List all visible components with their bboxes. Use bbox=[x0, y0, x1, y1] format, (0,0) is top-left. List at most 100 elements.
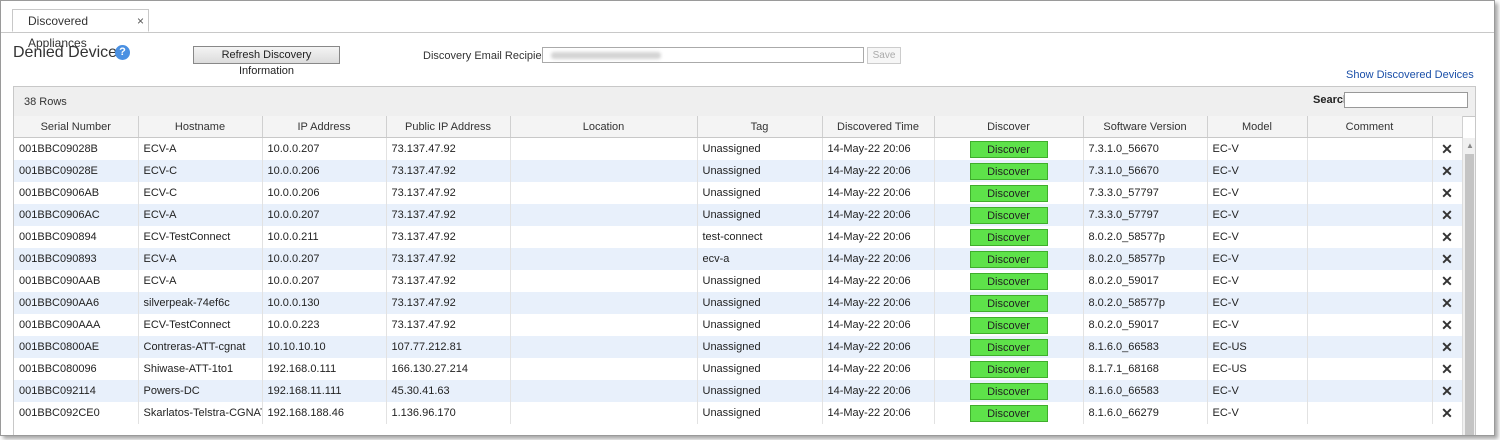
ip-cell: 10.0.0.130 bbox=[262, 292, 387, 314]
hostname-cell: Powers-DC bbox=[138, 380, 263, 402]
delete-icon[interactable]: ✕ bbox=[1432, 292, 1463, 314]
discovered-time-cell: 14-May-22 20:06 bbox=[822, 248, 935, 270]
scroll-up-icon[interactable]: ▲ bbox=[1466, 141, 1474, 150]
delete-icon[interactable]: ✕ bbox=[1432, 160, 1463, 182]
delete-icon[interactable]: ✕ bbox=[1432, 182, 1463, 204]
hostname-cell: ECV-A bbox=[138, 204, 263, 226]
column-header[interactable]: IP Address bbox=[262, 116, 387, 138]
serial-cell: 001BBC09028E bbox=[14, 160, 139, 182]
email-recipients-input[interactable] bbox=[542, 47, 864, 63]
model-cell: EC-V bbox=[1207, 204, 1308, 226]
column-header[interactable]: Discover bbox=[934, 116, 1084, 138]
discover-button[interactable]: Discover bbox=[969, 184, 1048, 202]
table-row[interactable]: 001BBC092114 Powers-DC 192.168.11.111 45.30… bbox=[14, 380, 1463, 402]
serial-cell: 001BBC092CE0 bbox=[14, 402, 139, 424]
table-row[interactable]: 001BBC090893 ECV-A 10.0.0.207 73.137.47.92 e… bbox=[14, 248, 1463, 270]
delete-icon[interactable]: ✕ bbox=[1432, 402, 1463, 424]
discover-button[interactable]: Discover bbox=[969, 250, 1048, 268]
discover-cell: Discover bbox=[934, 402, 1084, 424]
delete-icon[interactable]: ✕ bbox=[1432, 248, 1463, 270]
discover-button[interactable]: Discover bbox=[969, 316, 1048, 334]
delete-icon[interactable]: ✕ bbox=[1432, 270, 1463, 292]
table-row[interactable]: 001BBC0906AC ECV-A 10.0.0.207 73.137.47.92 U… bbox=[14, 204, 1463, 226]
software-version-cell: 8.1.6.0_66279 bbox=[1083, 402, 1208, 424]
comment-cell bbox=[1307, 160, 1433, 182]
column-header[interactable]: Location bbox=[510, 116, 698, 138]
ip-cell: 192.168.188.46 bbox=[262, 402, 387, 424]
vertical-scrollbar[interactable]: ▲ bbox=[1462, 138, 1475, 435]
discover-button[interactable]: Discover bbox=[969, 294, 1048, 312]
table-row[interactable]: 001BBC09028B ECV-A 10.0.0.207 73.137.47.92 U… bbox=[14, 137, 1463, 160]
discover-button[interactable]: Discover bbox=[969, 228, 1048, 246]
table-row[interactable]: 001BBC090894 ECV-TestConnect 10.0.0.211 73.… bbox=[14, 226, 1463, 248]
discover-cell: Discover bbox=[934, 292, 1084, 314]
model-cell: EC-V bbox=[1207, 270, 1308, 292]
table-row[interactable]: 001BBC09028E ECV-C 10.0.0.206 73.137.47.92 U… bbox=[14, 160, 1463, 182]
table-row[interactable]: 001BBC0906AB ECV-C 10.0.0.206 73.137.47.92 U… bbox=[14, 182, 1463, 204]
table-row[interactable]: 001BBC090AAB ECV-A 10.0.0.207 73.137.47.92 U… bbox=[14, 270, 1463, 292]
delete-icon[interactable]: ✕ bbox=[1432, 137, 1463, 160]
delete-icon[interactable]: ✕ bbox=[1432, 380, 1463, 402]
tag-cell: Unassigned bbox=[697, 402, 823, 424]
location-cell bbox=[510, 182, 698, 204]
discover-cell: Discover bbox=[934, 270, 1084, 292]
ip-cell: 10.0.0.206 bbox=[262, 160, 387, 182]
tab-discovered-appliances[interactable]: Discovered Appliances × bbox=[12, 9, 149, 50]
discover-button[interactable]: Discover bbox=[969, 272, 1048, 290]
show-discovered-devices-link[interactable]: Show Discovered Devices bbox=[1346, 69, 1474, 81]
column-header[interactable]: Discovered Time bbox=[822, 116, 935, 138]
model-cell: EC-US bbox=[1207, 358, 1308, 380]
discover-button[interactable]: Discover bbox=[969, 360, 1048, 378]
discover-button[interactable]: Discover bbox=[969, 382, 1048, 400]
comment-cell bbox=[1307, 292, 1433, 314]
public-ip-cell: 73.137.47.92 bbox=[386, 248, 511, 270]
search-input[interactable] bbox=[1344, 92, 1468, 108]
discover-cell: Discover bbox=[934, 182, 1084, 204]
close-icon[interactable]: × bbox=[137, 10, 144, 32]
save-button[interactable]: Save bbox=[867, 47, 901, 64]
table-row[interactable]: 001BBC090AAA ECV-TestConnect 10.0.0.223 73.… bbox=[14, 314, 1463, 336]
serial-cell: 001BBC09028B bbox=[14, 137, 139, 160]
scrollbar-thumb[interactable] bbox=[1465, 154, 1474, 435]
public-ip-cell: 107.77.212.81 bbox=[386, 336, 511, 358]
serial-cell: 001BBC090AAA bbox=[14, 314, 139, 336]
model-cell: EC-V bbox=[1207, 402, 1308, 424]
column-header[interactable] bbox=[1432, 116, 1463, 138]
column-header[interactable]: Serial Number bbox=[14, 116, 139, 138]
discover-cell: Discover bbox=[934, 226, 1084, 248]
delete-icon[interactable]: ✕ bbox=[1432, 336, 1463, 358]
serial-cell: 001BBC092114 bbox=[14, 380, 139, 402]
column-header[interactable]: Hostname bbox=[138, 116, 263, 138]
discover-button[interactable]: Discover bbox=[969, 162, 1048, 180]
table-row[interactable]: 001BBC080096 Shiwase-ATT-1to1 192.168.0.11… bbox=[14, 358, 1463, 380]
location-cell bbox=[510, 204, 698, 226]
discover-button[interactable]: Discover bbox=[969, 206, 1048, 224]
software-version-cell: 7.3.1.0_56670 bbox=[1083, 137, 1208, 160]
column-header[interactable]: Public IP Address bbox=[386, 116, 511, 138]
column-header[interactable]: Model bbox=[1207, 116, 1308, 138]
model-cell: EC-V bbox=[1207, 160, 1308, 182]
software-version-cell: 7.3.3.0_57797 bbox=[1083, 204, 1208, 226]
delete-icon[interactable]: ✕ bbox=[1432, 226, 1463, 248]
delete-icon[interactable]: ✕ bbox=[1432, 314, 1463, 336]
column-header[interactable]: Tag bbox=[697, 116, 823, 138]
refresh-discovery-button[interactable]: Refresh Discovery Information bbox=[193, 46, 340, 77]
delete-icon[interactable]: ✕ bbox=[1432, 358, 1463, 380]
hostname-cell: ECV-TestConnect bbox=[138, 226, 263, 248]
column-header[interactable]: Comment bbox=[1307, 116, 1433, 138]
help-icon[interactable]: ? bbox=[115, 45, 130, 60]
software-version-cell: 8.1.7.1_68168 bbox=[1083, 358, 1208, 380]
table-row[interactable]: 001BBC092CE0 Skarlatos-Telstra-CGNAT 192.1… bbox=[14, 402, 1463, 424]
discover-button[interactable]: Discover bbox=[969, 338, 1048, 356]
app-window: Discovered Appliances × Denied Devices ?… bbox=[0, 0, 1495, 436]
table-row[interactable]: 001BBC090AA6 silverpeak-74ef6c 10.0.0.130 7… bbox=[14, 292, 1463, 314]
discover-button[interactable]: Discover bbox=[969, 140, 1048, 158]
discover-cell: Discover bbox=[934, 336, 1084, 358]
delete-icon[interactable]: ✕ bbox=[1432, 204, 1463, 226]
table-row[interactable]: 001BBC0800AE Contreras-ATT-cgnat 10.10.10.… bbox=[14, 336, 1463, 358]
column-header[interactable]: Software Version bbox=[1083, 116, 1208, 138]
model-cell: EC-V bbox=[1207, 226, 1308, 248]
discovered-time-cell: 14-May-22 20:06 bbox=[822, 336, 935, 358]
discover-button[interactable]: Discover bbox=[969, 404, 1048, 422]
hostname-cell: ECV-A bbox=[138, 270, 263, 292]
